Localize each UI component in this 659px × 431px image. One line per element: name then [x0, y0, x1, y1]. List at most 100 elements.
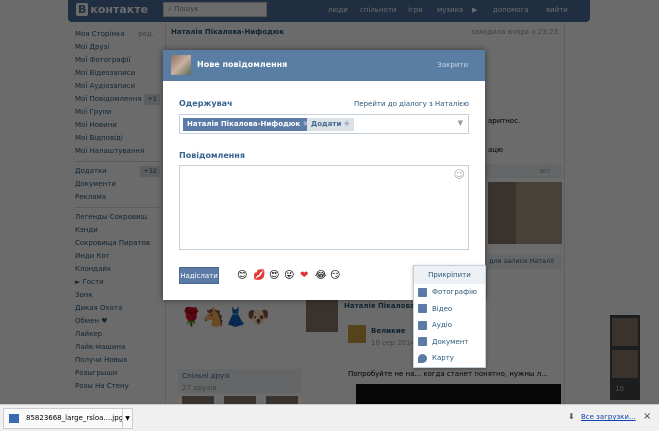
menu-audio[interactable]: Мої Аудіозаписи	[75, 80, 160, 93]
nav-help[interactable]: допомога	[493, 6, 529, 14]
avatar	[171, 55, 191, 75]
close-button[interactable]: Закрити	[437, 61, 468, 69]
menu-game[interactable]: Получи Новых	[75, 354, 160, 367]
recipient-input[interactable]: Наталія Пікалова-Нифодюк ✖ Додати ✚ ▼	[179, 114, 469, 134]
menu-ads[interactable]: Реклама	[75, 191, 160, 204]
attach-menu: Прикріпити Фотографію Відео Аудіо Докуме…	[413, 265, 486, 368]
camera-icon	[418, 287, 427, 297]
menu-my-page[interactable]: Моя Сторінка ред.	[75, 28, 160, 41]
friend-photo[interactable]	[266, 396, 298, 404]
menu-messages[interactable]: Мої Повідомлення +1	[75, 93, 160, 106]
menu-game[interactable]: Дикая Охота	[75, 302, 160, 315]
common-friends[interactable]: Спільні друзі	[182, 372, 230, 380]
close-icon[interactable]: ×	[643, 411, 651, 422]
play-icon	[418, 320, 427, 330]
dialog-header: Нове повідомлення Закрити	[163, 50, 485, 81]
menu-game[interactable]: Инди Кот	[75, 250, 160, 263]
menu-game[interactable]: Розы На Стену	[75, 380, 160, 393]
film-icon	[418, 304, 427, 313]
attach-map[interactable]: Карту	[414, 350, 485, 367]
vk-logo[interactable]: Вконтакте	[76, 3, 148, 16]
attach-document[interactable]: Документ	[414, 334, 485, 351]
map-pin-icon	[418, 353, 427, 363]
menu-game[interactable]: Обмен ♥	[75, 315, 160, 328]
download-icon: ⬇	[568, 412, 575, 421]
all-downloads-link[interactable]: Все загрузки...	[581, 413, 636, 421]
edit-link[interactable]: ред.	[138, 28, 154, 41]
profile-text: аритнос.	[488, 117, 521, 125]
emoji-smile-icon[interactable]: 😊	[237, 270, 247, 281]
menu-news[interactable]: Мої Новини	[75, 119, 160, 132]
post-source[interactable]: Великие	[371, 327, 406, 335]
right-widget: 10	[610, 315, 640, 400]
post-date: 10 сер 2014	[371, 339, 415, 347]
emoji-heart-icon[interactable]: ❤	[300, 270, 308, 281]
send-button[interactable]: Надіслати	[179, 267, 219, 284]
chevron-down-icon[interactable]: ▼	[458, 119, 463, 127]
menu-groups[interactable]: Мої Групи	[75, 106, 160, 119]
post-text: Попробуйте не на... когда станет понятно…	[348, 370, 548, 378]
attach-title[interactable]: Прикріпити	[414, 266, 485, 284]
menu-game[interactable]: Лайк-машина	[75, 341, 160, 354]
dialog-title: Нове повідомлення	[197, 60, 288, 69]
nav-communities[interactable]: спільноти	[360, 6, 396, 14]
attach-audio[interactable]: Аудіо	[414, 317, 485, 334]
gifts[interactable]: 🌹🐴👗🐶	[180, 307, 270, 328]
menu-documents[interactable]: Документи	[75, 178, 160, 191]
new-message-dialog: Нове повідомлення Закрити Одержувач Пере…	[163, 50, 485, 300]
all-photos-link[interactable]: всі	[540, 167, 550, 175]
menu-game[interactable]: Лайкер	[75, 328, 160, 341]
menu-photos[interactable]: Мої Фотографії	[75, 54, 160, 67]
attach-photo[interactable]: Фотографію	[414, 284, 485, 301]
emoji-laugh-icon[interactable]: 😂	[315, 270, 327, 281]
nav-music[interactable]: музика	[437, 6, 463, 14]
profile-text: ацю	[488, 146, 503, 154]
document-icon	[418, 337, 427, 346]
menu-videos[interactable]: Мої Відеозаписи	[75, 67, 160, 80]
menu-apps[interactable]: Додатки +32	[75, 165, 160, 178]
emoji-smirk-icon[interactable]: 😏	[330, 270, 340, 281]
post-author[interactable]: Наталія Пікалова	[344, 302, 415, 310]
attach-video[interactable]: Відео	[414, 301, 485, 318]
friend-photo[interactable]	[182, 396, 214, 404]
messages-count: +1	[144, 94, 160, 105]
nav-logout[interactable]: вийти	[546, 6, 568, 14]
friends-count: 27 друзів	[182, 384, 217, 392]
menu-game[interactable]: Кэнди	[75, 224, 160, 237]
menu-replies[interactable]: Мої Відповіді	[75, 132, 160, 145]
emoji-kiss-icon[interactable]: 💋	[253, 270, 265, 281]
menu-game[interactable]: Сокровища Пиратов	[75, 237, 160, 250]
count: 10	[615, 385, 624, 393]
divider	[75, 207, 160, 208]
avatar[interactable]	[306, 300, 338, 332]
menu-game[interactable]: Клондайк	[75, 263, 160, 276]
chevron-down-icon[interactable]: ▼	[122, 409, 132, 428]
apps-count: +32	[140, 166, 160, 177]
menu-game[interactable]: ► Гости	[75, 276, 160, 289]
wall-hint: для записи Наталії	[488, 255, 562, 269]
message-textarea[interactable]: ☺	[179, 165, 469, 250]
top-header: Вконтакте ⌕ Пошук люди спільноти ігри му…	[68, 0, 590, 22]
image-file-icon	[9, 414, 19, 423]
emoji-heart-eyes-icon[interactable]: 😍	[269, 270, 279, 281]
menu-settings[interactable]: Мої Налаштування	[75, 145, 160, 158]
menu-game[interactable]: Легенды Сокровищ	[75, 211, 160, 224]
profile-name: Наталія Пікалова-Нифодюк	[171, 28, 285, 36]
nav-games[interactable]: ігри	[408, 6, 423, 14]
menu-friends[interactable]: Мої Друзі	[75, 41, 160, 54]
menu-game[interactable]: Зонк	[75, 289, 160, 302]
photo[interactable]	[516, 182, 562, 244]
goto-dialog-link[interactable]: Перейти до діалогу з Наталією	[354, 100, 469, 108]
nav-people[interactable]: люди	[328, 6, 348, 14]
search-input[interactable]: ⌕ Пошук	[163, 2, 267, 17]
friend-photo[interactable]	[224, 396, 256, 404]
recipient-token: Наталія Пікалова-Нифодюк ✖	[183, 118, 313, 131]
add-recipient-button[interactable]: Додати ✚	[307, 118, 354, 131]
divider	[75, 161, 160, 162]
emoji-tongue-icon[interactable]: 😜	[284, 270, 294, 281]
post-video[interactable]	[356, 384, 561, 404]
download-item[interactable]: 85823668_large_rsloa....jpg ▼	[3, 408, 133, 429]
play-icon[interactable]: ▶	[472, 6, 477, 14]
menu-game[interactable]: Розыгрыши	[75, 367, 160, 380]
smile-icon[interactable]: ☺	[454, 168, 465, 181]
